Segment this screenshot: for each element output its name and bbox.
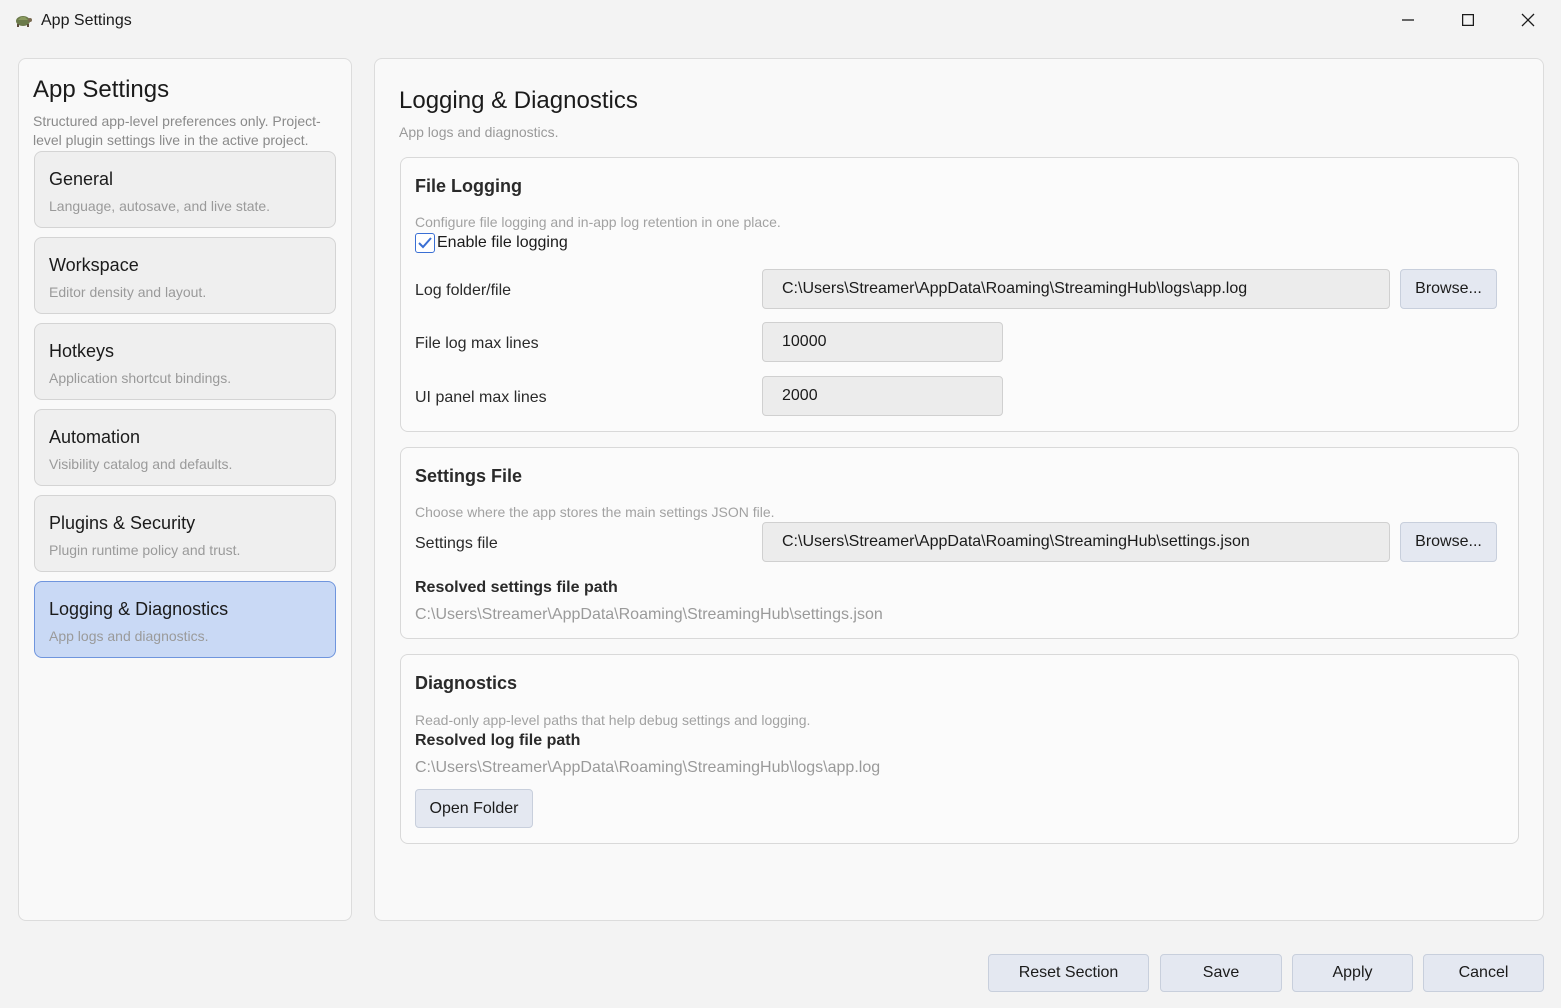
sidebar-item-label: Logging & Diagnostics xyxy=(49,599,229,619)
file-logging-card: File Logging Configure file logging and … xyxy=(400,157,1519,432)
sidebar-item-label: Plugins & Security xyxy=(49,513,196,533)
settings-file-input[interactable] xyxy=(762,522,1390,562)
sidebar-item-subtitle: Application shortcut bindings. xyxy=(49,370,232,386)
max-lines-label: File log max lines xyxy=(415,335,539,352)
maximize-icon xyxy=(1462,14,1474,26)
resolved-log-label: Resolved log file path xyxy=(415,732,581,749)
apply-button[interactable]: Apply xyxy=(1292,954,1413,992)
sidebar-description: Structured app-level preferences only. P… xyxy=(33,113,321,148)
card-title: File Logging xyxy=(415,176,522,196)
log-path-label: Log folder/file xyxy=(415,282,512,299)
sidebar-item-plugins-security[interactable]: Plugins & Security Plugin runtime policy… xyxy=(34,495,336,572)
sidebar-item-subtitle: App logs and diagnostics. xyxy=(49,628,209,644)
diagnostics-card: Diagnostics Read-only app-level paths th… xyxy=(400,654,1519,844)
maximize-button[interactable] xyxy=(1438,0,1498,40)
ui-max-lines-input[interactable] xyxy=(762,376,1003,416)
sidebar-item-subtitle: Visibility catalog and defaults. xyxy=(49,456,233,472)
sidebar: App Settings Structured app-level prefer… xyxy=(18,58,352,921)
settings-file-card: Settings File Choose where the app store… xyxy=(400,447,1519,639)
sidebar-title: App Settings xyxy=(33,76,170,103)
sidebar-item-hotkeys[interactable]: Hotkeys Application shortcut bindings. xyxy=(34,323,336,400)
sidebar-item-subtitle: Plugin runtime policy and trust. xyxy=(49,542,241,558)
resolved-log-value: C:\Users\Streamer\AppData\Roaming\Stream… xyxy=(415,759,881,776)
enable-file-logging-checkbox[interactable] xyxy=(415,233,435,253)
card-title: Diagnostics xyxy=(415,673,518,693)
sidebar-item-general[interactable]: General Language, autosave, and live sta… xyxy=(34,151,336,228)
sidebar-item-subtitle: Language, autosave, and live state. xyxy=(49,198,271,214)
card-description: Configure file logging and in-app log re… xyxy=(415,214,781,230)
minimize-icon xyxy=(1402,19,1414,21)
card-description: Choose where the app stores the main set… xyxy=(415,504,775,520)
cancel-button[interactable]: Cancel xyxy=(1423,954,1544,992)
page-title: Logging & Diagnostics xyxy=(399,87,638,114)
turtle-app-icon xyxy=(16,16,32,27)
page-description: App logs and diagnostics. xyxy=(399,124,559,140)
sidebar-item-automation[interactable]: Automation Visibility catalog and defaul… xyxy=(34,409,336,486)
sidebar-item-logging-diagnostics[interactable]: Logging & Diagnostics App logs and diagn… xyxy=(34,581,336,658)
reset-section-button[interactable]: Reset Section xyxy=(988,954,1149,992)
close-icon xyxy=(1521,13,1535,27)
enable-file-logging-row[interactable]: Enable file logging xyxy=(415,233,568,253)
sidebar-item-label: General xyxy=(49,169,114,189)
card-description: Read-only app-level paths that help debu… xyxy=(415,712,811,728)
open-folder-button[interactable]: Open Folder xyxy=(415,789,533,828)
log-path-input[interactable] xyxy=(762,269,1390,309)
sidebar-item-label: Hotkeys xyxy=(49,341,115,361)
card-title: Settings File xyxy=(415,466,523,486)
checkmark-icon xyxy=(418,237,432,249)
enable-file-logging-label: Enable file logging xyxy=(437,234,568,251)
settings-file-browse-button[interactable]: Browse... xyxy=(1400,522,1497,562)
save-button[interactable]: Save xyxy=(1160,954,1282,992)
resolved-settings-label: Resolved settings file path xyxy=(415,579,618,596)
sidebar-item-subtitle: Editor density and layout. xyxy=(49,284,207,300)
minimize-button[interactable] xyxy=(1378,0,1438,40)
sidebar-item-workspace[interactable]: Workspace Editor density and layout. xyxy=(34,237,336,314)
log-path-browse-button[interactable]: Browse... xyxy=(1400,269,1497,309)
title-bar: App Settings xyxy=(0,0,1561,42)
sidebar-item-label: Workspace xyxy=(49,255,139,275)
ui-max-lines-label: UI panel max lines xyxy=(415,389,547,406)
resolved-settings-value: C:\Users\Streamer\AppData\Roaming\Stream… xyxy=(415,606,883,623)
max-lines-input[interactable] xyxy=(762,322,1003,362)
main-panel: Logging & Diagnostics App logs and diagn… xyxy=(374,58,1544,921)
settings-file-label: Settings file xyxy=(415,535,498,552)
sidebar-item-label: Automation xyxy=(49,427,141,447)
window-title: App Settings xyxy=(41,12,132,29)
close-button[interactable] xyxy=(1498,0,1558,40)
